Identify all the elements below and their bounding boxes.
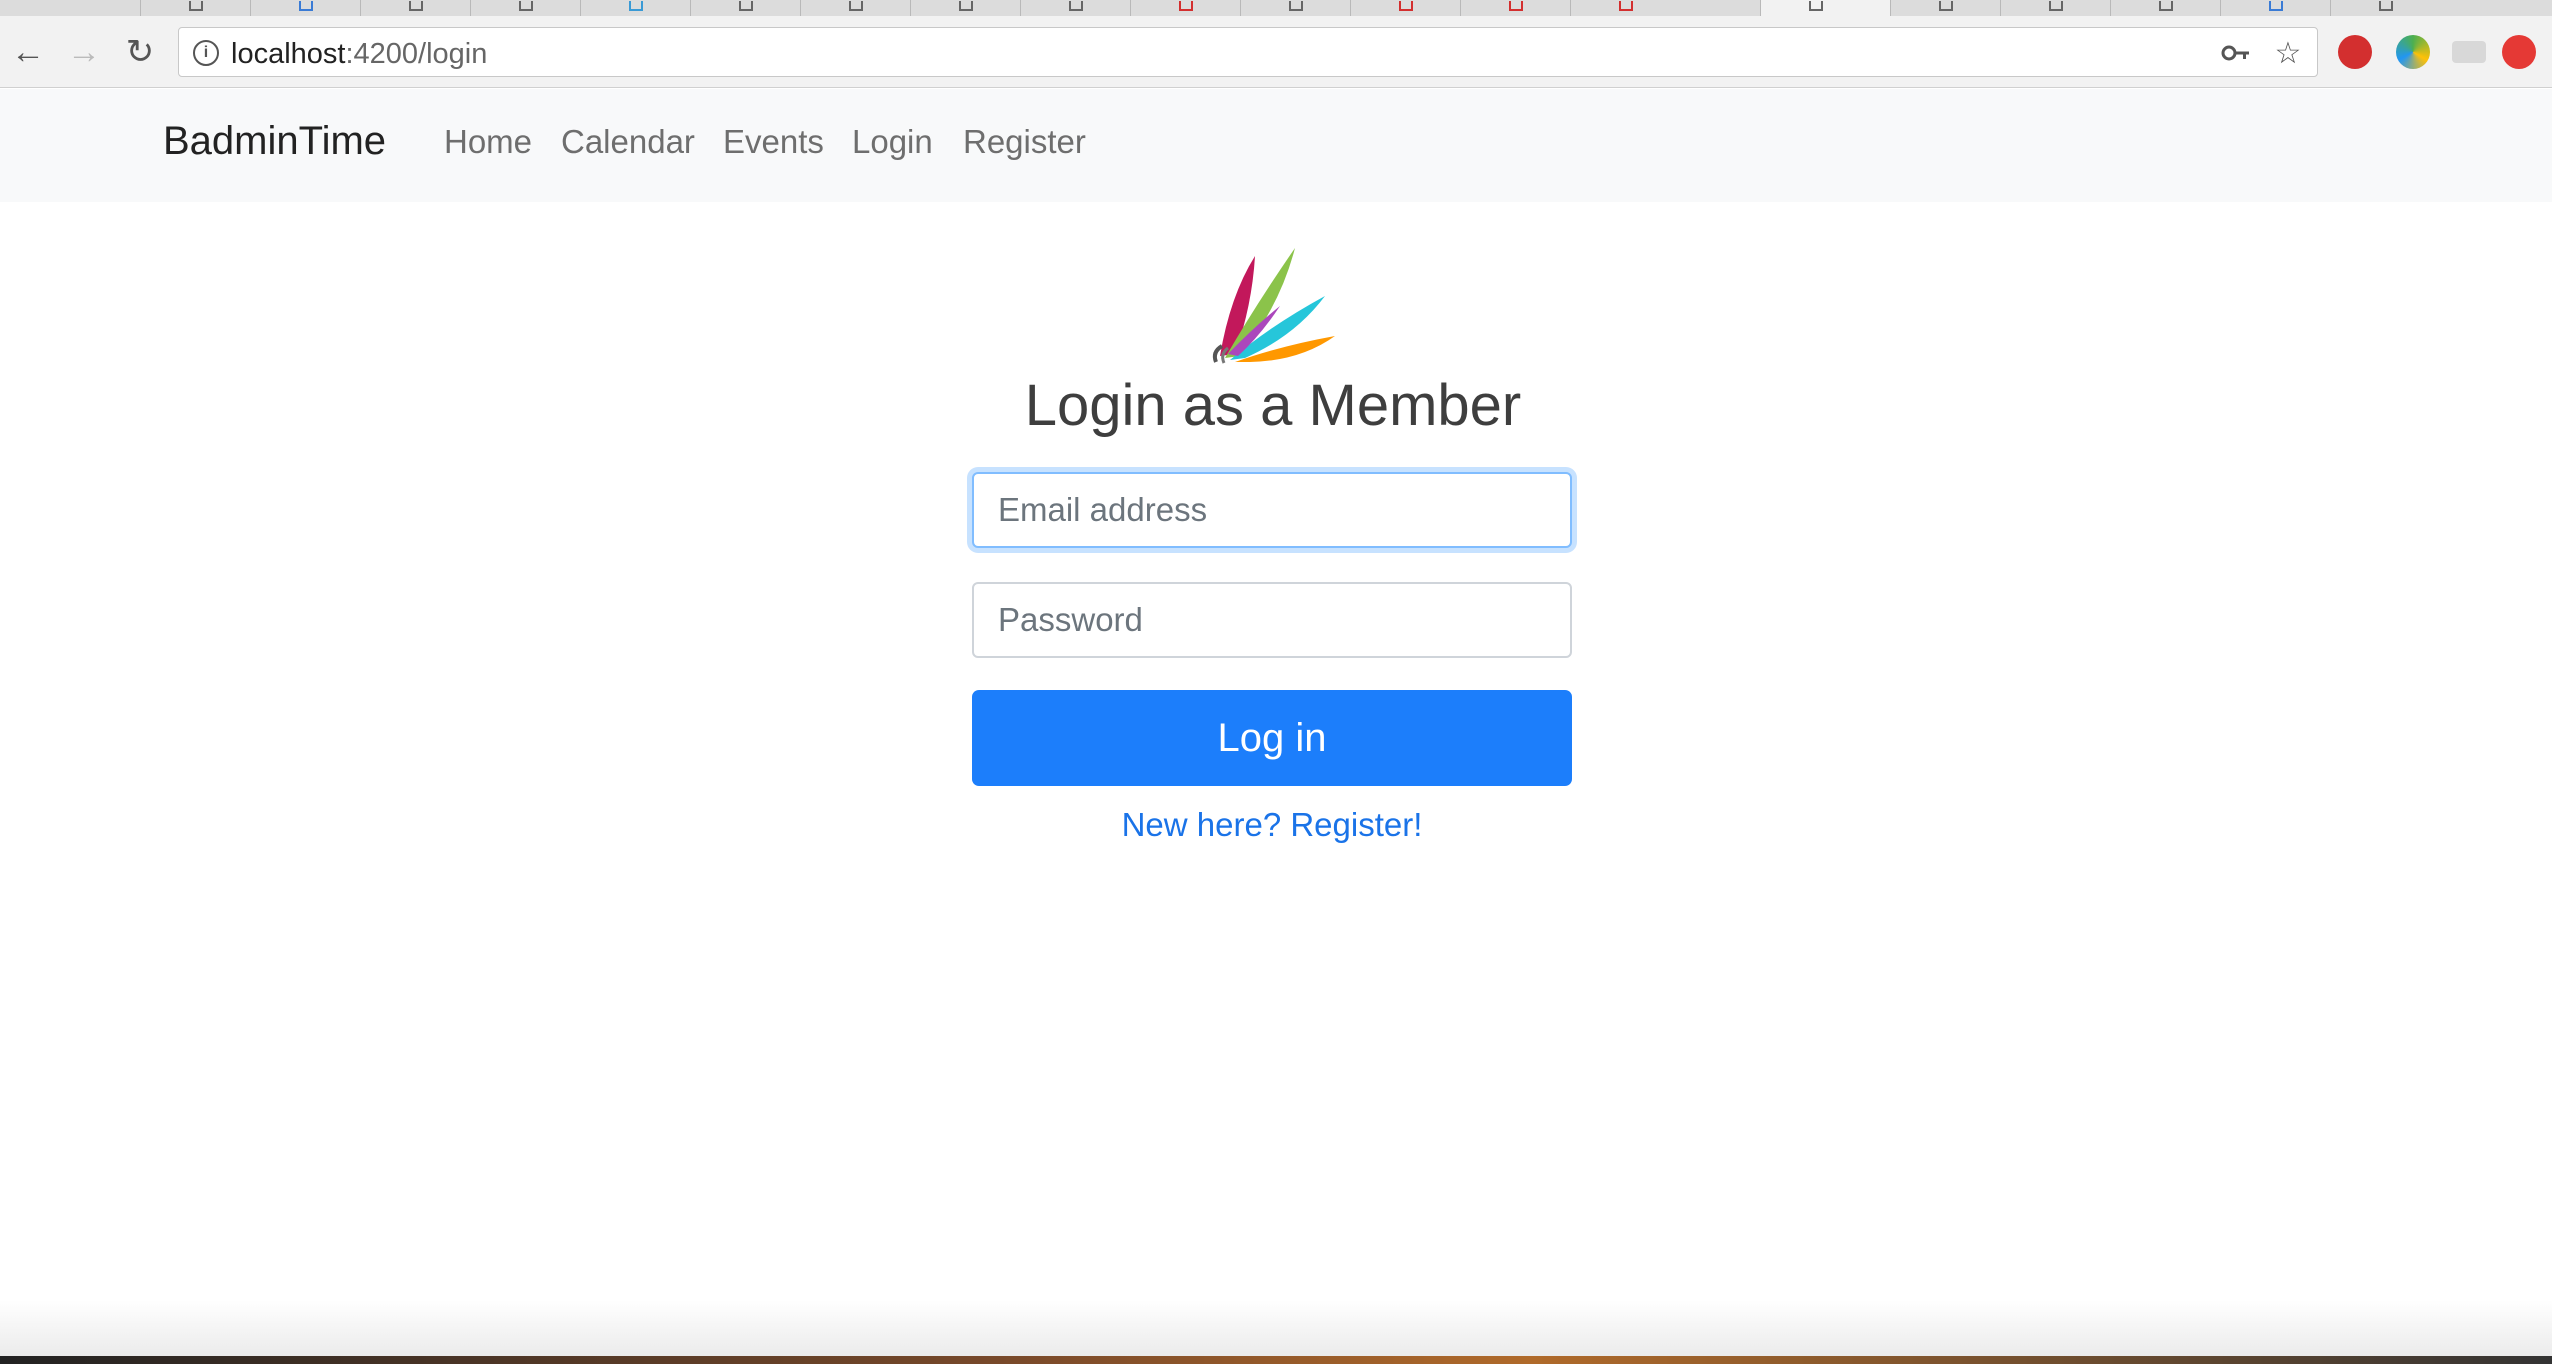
address-bar[interactable]: i localhost:4200/login ☆ xyxy=(178,27,2318,77)
browser-tab[interactable] xyxy=(2330,0,2440,16)
browser-tab[interactable] xyxy=(690,0,800,16)
arrow-left-icon: ← xyxy=(11,32,45,71)
nav-link-register[interactable]: Register xyxy=(963,123,1086,161)
browser-tab[interactable] xyxy=(1130,0,1240,16)
page-icon xyxy=(2269,1,2283,11)
url-host: localhost xyxy=(231,38,346,70)
star-icon[interactable]: ☆ xyxy=(2271,36,2305,70)
shield-icon xyxy=(1619,1,1633,11)
page-icon xyxy=(849,1,863,11)
page-icon xyxy=(299,1,313,11)
email-field[interactable] xyxy=(972,472,1572,548)
page-icon xyxy=(2379,1,2393,11)
extension-upload-icon[interactable] xyxy=(2502,35,2536,69)
shield-icon xyxy=(1399,1,1413,11)
browser-tab[interactable] xyxy=(140,0,250,16)
url-text[interactable]: localhost:4200/login xyxy=(231,38,487,71)
page-icon xyxy=(1289,1,1303,11)
browser-tab[interactable] xyxy=(910,0,1020,16)
login-button[interactable]: Log in xyxy=(972,690,1572,786)
shuttlecock-logo-icon xyxy=(1212,248,1335,364)
forward-button[interactable]: → xyxy=(62,30,106,74)
extension-hand-icon[interactable] xyxy=(2338,35,2372,69)
nav-link-login[interactable]: Login xyxy=(852,123,933,161)
page-icon xyxy=(1939,1,1953,11)
browser-tab[interactable] xyxy=(470,0,580,16)
nav-link-home[interactable]: Home xyxy=(444,123,532,161)
page-bottom-shadow xyxy=(0,1300,2552,1356)
back-button[interactable]: ← xyxy=(6,30,50,74)
browser-tab[interactable] xyxy=(1890,0,2000,16)
page-icon xyxy=(2159,1,2173,11)
extension-color-icon[interactable] xyxy=(2396,35,2430,69)
info-icon[interactable]: i xyxy=(193,40,219,66)
page-title: Login as a Member xyxy=(1024,373,1522,438)
browser-tab[interactable] xyxy=(1020,0,1130,16)
browser-tab[interactable] xyxy=(2110,0,2220,16)
shield-icon xyxy=(1179,1,1193,11)
browser-tab-strip xyxy=(0,0,2552,16)
extension-cast-icon[interactable] xyxy=(2452,41,2486,63)
app-navbar: BadminTime Home Calendar Events Login Re… xyxy=(0,89,2552,202)
browser-tab[interactable] xyxy=(1460,0,1570,16)
browser-tab[interactable] xyxy=(1350,0,1460,16)
key-icon[interactable] xyxy=(2219,36,2253,70)
page-icon xyxy=(1809,1,1823,11)
browser-toolbar: ← → ↻ i localhost:4200/login ☆ xyxy=(0,16,2552,88)
browser-tab[interactable] xyxy=(2220,0,2330,16)
reload-icon: ↻ xyxy=(125,33,155,71)
brand-logo-text[interactable]: BadminTime xyxy=(163,119,386,164)
register-link[interactable]: New here? Register! xyxy=(0,806,2544,844)
page-icon xyxy=(519,1,533,11)
page-icon xyxy=(739,1,753,11)
page-icon xyxy=(409,1,423,11)
nav-link-events[interactable]: Events xyxy=(723,123,824,161)
nav-link-calendar[interactable]: Calendar xyxy=(561,123,695,161)
browser-tab[interactable] xyxy=(1240,0,1350,16)
browser-tab[interactable] xyxy=(360,0,470,16)
url-path: :4200/login xyxy=(345,38,488,70)
shield-icon xyxy=(1509,1,1523,11)
arrow-right-icon: → xyxy=(67,32,101,71)
browser-tab[interactable] xyxy=(250,0,360,16)
browser-tab-active[interactable] xyxy=(1760,0,1890,16)
reload-button[interactable]: ↻ xyxy=(118,30,162,74)
desktop-edge xyxy=(0,1356,2552,1364)
page-icon xyxy=(629,1,643,11)
password-field[interactable] xyxy=(972,582,1572,658)
browser-tab[interactable] xyxy=(2000,0,2110,16)
page-icon xyxy=(1069,1,1083,11)
page-icon xyxy=(189,1,203,11)
browser-tab[interactable] xyxy=(1570,0,1680,16)
page-icon xyxy=(959,1,973,11)
browser-tab[interactable] xyxy=(580,0,690,16)
browser-tab[interactable] xyxy=(800,0,910,16)
page-icon xyxy=(2049,1,2063,11)
